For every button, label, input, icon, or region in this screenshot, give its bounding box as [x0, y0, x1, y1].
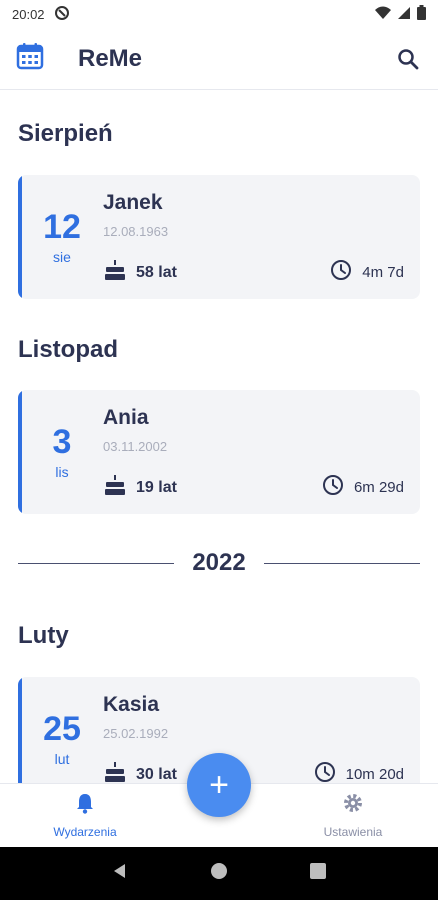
recents-icon[interactable]	[309, 862, 327, 885]
cake-icon	[104, 761, 126, 783]
search-button[interactable]	[394, 45, 422, 73]
status-time: 20:02	[12, 6, 45, 22]
countdown-text: 4m 7d	[362, 264, 404, 281]
battery-icon	[417, 5, 426, 23]
clock-icon	[322, 474, 344, 501]
calendar-icon[interactable]	[16, 42, 44, 75]
month-heading: Listopad	[18, 336, 118, 363]
age-row: 30 lat	[104, 761, 177, 783]
clock-icon	[314, 761, 336, 783]
bell-icon	[75, 792, 95, 819]
gear-icon	[342, 792, 364, 819]
age-row: 58 lat	[104, 259, 177, 286]
plus-icon: +	[209, 766, 229, 804]
countdown-row: 6m 29d	[322, 474, 404, 501]
month-abbr: sie	[53, 249, 71, 265]
status-bar: 20:02	[0, 0, 438, 28]
nav-item-events[interactable]: Wydarzenia	[30, 792, 140, 839]
countdown-text: 10m 20d	[345, 766, 404, 783]
app-bar: ReMe	[0, 28, 438, 90]
back-icon[interactable]	[111, 862, 129, 885]
add-event-button[interactable]: +	[187, 753, 251, 817]
day-number: 12	[43, 208, 81, 246]
year-divider: 2022	[18, 548, 421, 578]
countdown-text: 6m 29d	[353, 479, 404, 496]
birth-date: 12.08.1963	[103, 224, 169, 239]
cake-icon	[104, 259, 126, 286]
age-text: 19 lat	[136, 478, 177, 496]
age-text: 58 lat	[136, 263, 177, 281]
nav-label-settings: Ustawienia	[323, 825, 383, 839]
birth-date: 03.11.2002	[103, 439, 168, 454]
notification-icon	[54, 5, 69, 23]
age-row: 19 lat	[104, 474, 177, 501]
nav-item-settings[interactable]: Ustawienia	[298, 792, 408, 839]
countdown-row: 10m 20d	[314, 761, 404, 783]
event-card[interactable]: 12 sie Janek 12.08.1963 58 lat 4m 7d	[18, 175, 420, 299]
event-card[interactable]: 3 lis Ania 03.11.2002 19 lat 6m 29d	[18, 390, 420, 514]
year-label: 2022	[192, 549, 246, 576]
person-name: Kasia	[103, 693, 160, 716]
events-list[interactable]: Sierpień 12 sie Janek 12.08.1963 58 lat …	[0, 90, 438, 783]
person-name: Janek	[103, 191, 163, 214]
search-icon	[398, 48, 419, 69]
day-number: 3	[52, 423, 72, 461]
cake-icon	[104, 474, 126, 501]
clock-icon	[330, 259, 352, 286]
date-box: 12 sie	[26, 175, 98, 299]
birth-date: 25.02.1992	[103, 726, 169, 741]
month-heading: Luty	[18, 622, 69, 649]
month-abbr: lut	[54, 751, 70, 767]
age-text: 30 lat	[136, 765, 177, 783]
divider-line	[263, 562, 421, 564]
month-abbr: lis	[55, 464, 69, 480]
nav-label-events: Wydarzenia	[53, 825, 117, 839]
countdown-row: 4m 7d	[330, 259, 404, 286]
wifi-icon	[375, 6, 391, 23]
divider-line	[18, 562, 175, 564]
signal-icon	[397, 6, 411, 23]
month-heading: Sierpień	[18, 120, 113, 147]
day-number: 25	[43, 710, 81, 748]
date-box: 3 lis	[26, 390, 98, 514]
app-title: ReMe	[78, 44, 143, 72]
person-name: Ania	[103, 406, 149, 429]
home-icon[interactable]	[210, 862, 228, 885]
date-box: 25 lut	[26, 677, 98, 783]
system-nav-bar	[0, 847, 438, 900]
